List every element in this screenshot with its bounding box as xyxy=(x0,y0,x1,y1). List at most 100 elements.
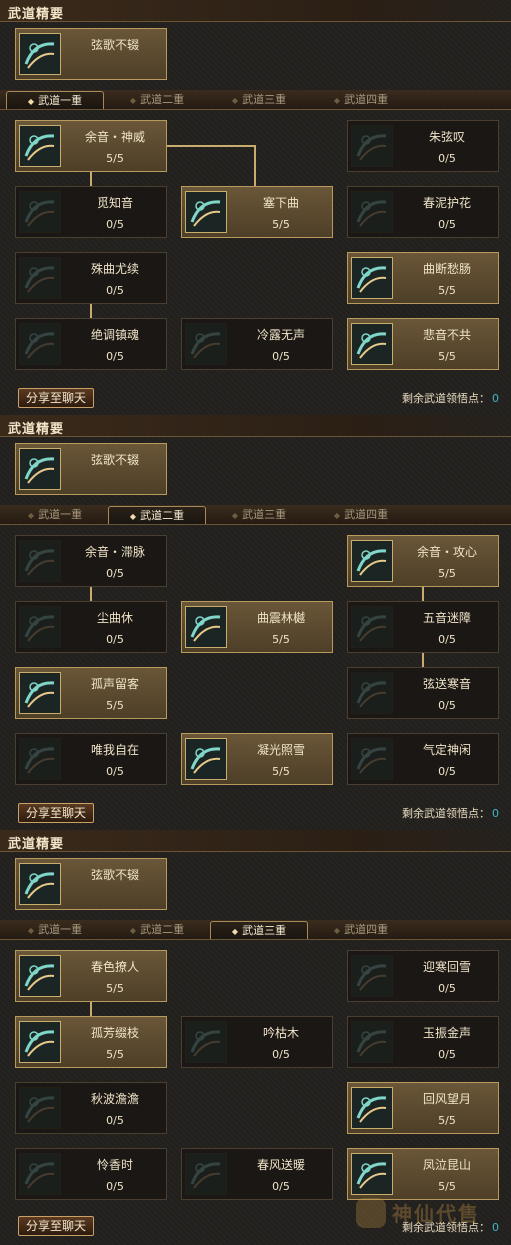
skill-level: 0/5 xyxy=(438,765,456,778)
skill-slot[interactable]: 尘曲休 0/5 xyxy=(15,601,167,653)
skill-slot[interactable]: 曲断愁肠 5/5 xyxy=(347,252,499,304)
connector-line xyxy=(90,1000,92,1016)
skill-name: 觅知音 xyxy=(96,196,133,210)
skill-slot[interactable]: 冷露无声 0/5 xyxy=(181,318,333,370)
skill-slot[interactable]: 塞下曲 5/5 xyxy=(181,186,333,238)
skill-name: 孤芳缀枝 xyxy=(90,1026,139,1040)
skill-level: 0/5 xyxy=(438,152,456,165)
remaining-points-label: 剩余武道领悟点： xyxy=(402,392,490,405)
skill-level: 0/5 xyxy=(106,633,124,646)
sound-wave-icon xyxy=(19,540,61,582)
skill-slot[interactable]: 曲震林樾 5/5 xyxy=(181,601,333,653)
skill-slot[interactable]: 迎寒回雪 0/5 xyxy=(347,950,499,1002)
essence-skill[interactable]: 弦歌不辍 xyxy=(15,28,167,80)
tab-tier-1[interactable]: 武道一重 xyxy=(6,921,104,939)
skill-level: 0/5 xyxy=(438,982,456,995)
skill-level: 5/5 xyxy=(438,567,456,580)
skill-level: 5/5 xyxy=(438,284,456,297)
spirit-icon xyxy=(351,125,393,167)
skill-level: 5/5 xyxy=(106,152,124,165)
skill-slot[interactable]: 怜香时 0/5 xyxy=(15,1148,167,1200)
skill-slot[interactable]: 秋波澹澹 0/5 xyxy=(15,1082,167,1134)
skill-slot[interactable]: 气定神闲 0/5 xyxy=(347,733,499,785)
connector-line xyxy=(422,651,424,667)
flower-icon xyxy=(19,1021,61,1063)
skill-name: 塞下曲 xyxy=(262,196,299,210)
tier-tabs: 武道一重 武道二重 武道三重 武道四重 xyxy=(0,920,511,940)
connector-line xyxy=(90,302,92,318)
share-to-chat-button[interactable]: 分享至聊天 xyxy=(18,1216,94,1236)
burst-icon xyxy=(185,606,227,648)
skill-slot[interactable]: 凤泣昆山 5/5 xyxy=(347,1148,499,1200)
skill-name: 回风望月 xyxy=(422,1092,471,1106)
dew-icon xyxy=(185,323,227,365)
skill-slot[interactable]: 五音迷障 0/5 xyxy=(347,601,499,653)
tab-tier-2[interactable]: 武道二重 xyxy=(108,91,206,109)
site-watermark: 神仙代售 xyxy=(352,1196,507,1236)
skill-name: 曲震林樾 xyxy=(256,611,305,625)
tab-tier-3[interactable]: 武道三重 xyxy=(210,921,308,939)
skill-name: 唯我自在 xyxy=(90,743,139,757)
tier-tabs: 武道一重 武道二重 武道三重 武道四重 xyxy=(0,90,511,110)
skill-slot[interactable]: 殊曲尤续 0/5 xyxy=(15,252,167,304)
tab-tier-4[interactable]: 武道四重 xyxy=(312,921,410,939)
skill-slot[interactable]: 觅知音 0/5 xyxy=(15,186,167,238)
skill-name: 五音迷障 xyxy=(422,611,471,625)
scroll-spiral-icon xyxy=(19,448,61,490)
skill-level: 0/5 xyxy=(106,218,124,231)
skill-slot[interactable]: 吟枯木 0/5 xyxy=(181,1016,333,1068)
skill-name: 玉振金声 xyxy=(422,1026,471,1040)
swirl-icon xyxy=(19,1153,61,1195)
skill-level: 5/5 xyxy=(272,765,290,778)
tab-tier-4[interactable]: 武道四重 xyxy=(312,91,410,109)
share-to-chat-button[interactable]: 分享至聊天 xyxy=(18,388,94,408)
skill-slot[interactable]: 悲音不共 5/5 xyxy=(347,318,499,370)
essence-skill[interactable]: 弦歌不辍 xyxy=(15,443,167,495)
skill-slot[interactable]: 余音・神威 5/5 xyxy=(15,120,167,172)
tab-tier-2[interactable]: 武道二重 xyxy=(108,506,206,524)
skill-name: 春色撩人 xyxy=(90,960,139,974)
skill-slot[interactable]: 春泥护花 0/5 xyxy=(347,186,499,238)
tab-tier-4[interactable]: 武道四重 xyxy=(312,506,410,524)
skill-slot[interactable]: 弦送寒音 0/5 xyxy=(347,667,499,719)
skill-slot[interactable]: 余音・攻心 5/5 xyxy=(347,535,499,587)
tab-tier-1[interactable]: 武道一重 xyxy=(6,506,104,524)
mascot-icon xyxy=(356,1198,386,1228)
watermark-logo: 神仙代售 xyxy=(392,1202,480,1226)
tab-tier-2[interactable]: 武道二重 xyxy=(108,921,206,939)
wings-icon xyxy=(185,1153,227,1195)
essence-header: 武道精要 xyxy=(0,0,511,22)
skill-name: 悲音不共 xyxy=(422,328,471,342)
skill-slot[interactable]: 春风送暖 0/5 xyxy=(181,1148,333,1200)
skill-slot[interactable]: 绝调镇魂 0/5 xyxy=(15,318,167,370)
skill-name: 春风送暖 xyxy=(256,1158,305,1172)
essence-skill[interactable]: 弦歌不辍 xyxy=(15,858,167,910)
tab-tier-3[interactable]: 武道三重 xyxy=(210,506,308,524)
connector-line xyxy=(90,170,92,186)
skill-name: 迎寒回雪 xyxy=(422,960,471,974)
skill-slot[interactable]: 春色撩人 5/5 xyxy=(15,950,167,1002)
tab-tier-1[interactable]: 武道一重 xyxy=(6,91,104,109)
skill-level: 0/5 xyxy=(106,350,124,363)
sound-wave-icon xyxy=(19,955,61,997)
essence-header-title: 武道精要 xyxy=(8,837,65,852)
skill-slot[interactable]: 玉振金声 0/5 xyxy=(347,1016,499,1068)
skill-name: 朱弦叹 xyxy=(428,130,465,144)
wind-icon xyxy=(19,1087,61,1129)
mist-icon xyxy=(351,606,393,648)
share-to-chat-button[interactable]: 分享至聊天 xyxy=(18,803,94,823)
skill-slot[interactable]: 孤芳缀枝 5/5 xyxy=(15,1016,167,1068)
talent-panel-3: 武道精要 弦歌不辍 武道一重 武道二重 武道三重 武道四重 春色撩人 5/5 迎寒… xyxy=(0,830,511,1245)
skill-slot[interactable]: 孤声留客 5/5 xyxy=(15,667,167,719)
skill-slot[interactable]: 唯我自在 0/5 xyxy=(15,733,167,785)
skill-slot[interactable]: 回风望月 5/5 xyxy=(347,1082,499,1134)
skill-name: 余音・攻心 xyxy=(416,545,477,559)
remaining-points: 剩余武道领悟点： 0 xyxy=(402,390,499,406)
skill-name: 冷露无声 xyxy=(256,328,305,342)
remaining-points-value: 0 xyxy=(492,392,499,405)
skill-slot[interactable]: 朱弦叹 0/5 xyxy=(347,120,499,172)
skill-slot[interactable]: 余音・滞脉 0/5 xyxy=(15,535,167,587)
tab-tier-3[interactable]: 武道三重 xyxy=(210,91,308,109)
talent-panel-1: 武道精要 弦歌不辍 武道一重 武道二重 武道三重 武道四重 余音・神威 5/5 朱… xyxy=(0,0,511,415)
skill-slot[interactable]: 凝光照雪 5/5 xyxy=(181,733,333,785)
